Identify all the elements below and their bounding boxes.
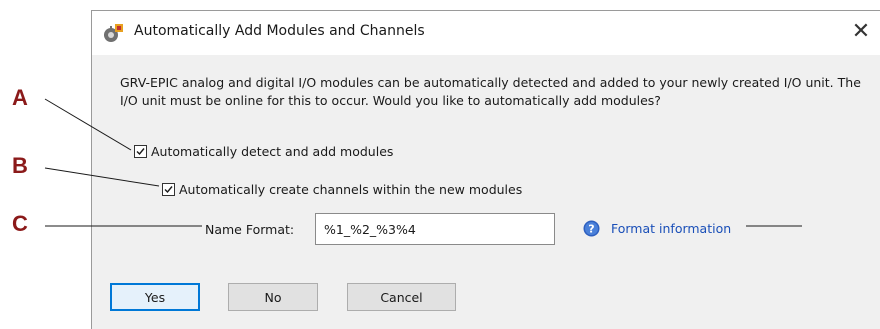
callout-a-line (44, 98, 132, 151)
callout-b-line (44, 167, 160, 187)
callout-leader-lines (44, 98, 802, 227)
